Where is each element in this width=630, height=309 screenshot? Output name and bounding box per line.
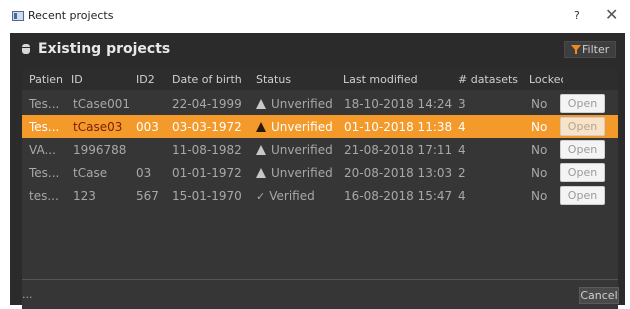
cell-last-modified: 21-08-2018 17:11 (344, 143, 453, 157)
column-header-id2[interactable]: ID2 (136, 73, 155, 86)
cell-id: tCase03 (73, 120, 123, 134)
database-icon (22, 44, 30, 54)
open-button[interactable]: Open (560, 140, 605, 159)
cell-datasets: 3 (458, 97, 466, 111)
status-text: Unverified (271, 120, 333, 134)
cell-datasets: 4 (458, 189, 466, 203)
cell-date-of-birth: 22-04-1999 (172, 97, 242, 111)
cell-status: Unverified (256, 143, 333, 157)
cell-patient: Tes... (29, 97, 60, 111)
status-text: Unverified (271, 97, 333, 111)
cancel-button[interactable]: Cancel (579, 287, 619, 304)
column-header-locked[interactable]: Lockec (529, 73, 563, 86)
status-text: Verified (269, 189, 315, 203)
cell-status: ✓ Verified (256, 189, 315, 203)
cell-id: tCase001 (73, 97, 130, 111)
cell-patient: Tes... (29, 120, 60, 134)
open-button[interactable]: Open (560, 186, 605, 205)
table-row[interactable]: Tes... tCase 03 01-01-1972 Unverified 20… (22, 161, 618, 184)
footer-divider (22, 279, 618, 280)
cell-patient: VA... (29, 143, 56, 157)
cell-status: Unverified (256, 120, 333, 134)
cell-patient: Tes... (29, 166, 60, 180)
help-button[interactable]: ? (574, 9, 580, 22)
app-window-icon (12, 11, 24, 21)
cell-last-modified: 18-10-2018 14:24 (344, 97, 453, 111)
filter-button[interactable]: Filter (564, 41, 616, 58)
section-heading: Existing projects (38, 41, 171, 57)
cell-status: Unverified (256, 166, 333, 180)
status-text: Unverified (271, 143, 333, 157)
cell-datasets: 2 (458, 166, 466, 180)
close-button[interactable]: ✕ (605, 5, 618, 24)
cell-locked: No (531, 97, 548, 111)
cell-date-of-birth: 15-01-1970 (172, 189, 242, 203)
open-button[interactable]: Open (560, 117, 605, 136)
table-row[interactable]: VA... 1996788 11-08-1982 Unverified 21-0… (22, 138, 618, 161)
table-row[interactable]: tes... 123 567 15-01-1970 ✓ Verified 16-0… (22, 184, 618, 207)
cell-locked: No (531, 120, 548, 134)
column-header-id[interactable]: ID (71, 73, 83, 86)
cell-last-modified: 01-10-2018 11:38 (344, 120, 453, 134)
cell-status: Unverified (256, 97, 333, 111)
warning-icon (256, 122, 267, 132)
title-bar: Recent projects ? ✕ (0, 0, 630, 33)
cell-id2: 567 (136, 189, 159, 203)
projects-table: Patien ID ID2 Date of birth Status Last … (22, 69, 618, 309)
cell-locked: No (531, 143, 548, 157)
cell-id: 1996788 (73, 143, 127, 157)
column-header-last-modified[interactable]: Last modified (343, 73, 418, 86)
more-ellipsis[interactable]: ... (22, 288, 33, 301)
cell-id2: 03 (136, 166, 152, 180)
cell-locked: No (531, 166, 548, 180)
table-row[interactable]: Tes... tCase001 22-04-1999 Unverified 18… (22, 92, 618, 115)
column-header-status[interactable]: Status (256, 73, 291, 86)
table-row-selected[interactable]: Tes... tCase03 003 03-03-1972 Unverified… (22, 115, 618, 138)
cell-id2: 003 (136, 120, 159, 134)
column-header-date-of-birth[interactable]: Date of birth (172, 73, 242, 86)
table-header: Patien ID ID2 Date of birth Status Last … (22, 69, 618, 90)
funnel-icon (571, 45, 581, 54)
cell-datasets: 4 (458, 120, 466, 134)
warning-icon (256, 168, 267, 178)
open-button[interactable]: Open (560, 94, 605, 113)
cell-last-modified: 16-08-2018 15:47 (344, 189, 453, 203)
filter-label: Filter (582, 43, 610, 56)
cell-datasets: 4 (458, 143, 466, 157)
warning-icon (256, 145, 267, 155)
cell-date-of-birth: 03-03-1972 (172, 120, 242, 134)
open-button[interactable]: Open (560, 163, 605, 182)
cell-patient: tes... (29, 189, 59, 203)
window-title: Recent projects (28, 9, 114, 22)
cell-date-of-birth: 11-08-1982 (172, 143, 242, 157)
recent-projects-dialog: Existing projects Filter Patien ID ID2 D… (10, 33, 625, 309)
check-icon: ✓ (256, 190, 266, 203)
cell-id: tCase (73, 166, 108, 180)
column-header-patient[interactable]: Patien (29, 73, 65, 86)
status-text: Unverified (271, 166, 333, 180)
warning-icon (256, 99, 267, 109)
column-header-datasets[interactable]: # datasets (458, 73, 518, 86)
cell-locked: No (531, 189, 548, 203)
cell-date-of-birth: 01-01-1972 (172, 166, 242, 180)
section-header: Existing projects Filter (10, 33, 625, 64)
cell-last-modified: 20-08-2018 13:03 (344, 166, 453, 180)
cell-id: 123 (73, 189, 96, 203)
